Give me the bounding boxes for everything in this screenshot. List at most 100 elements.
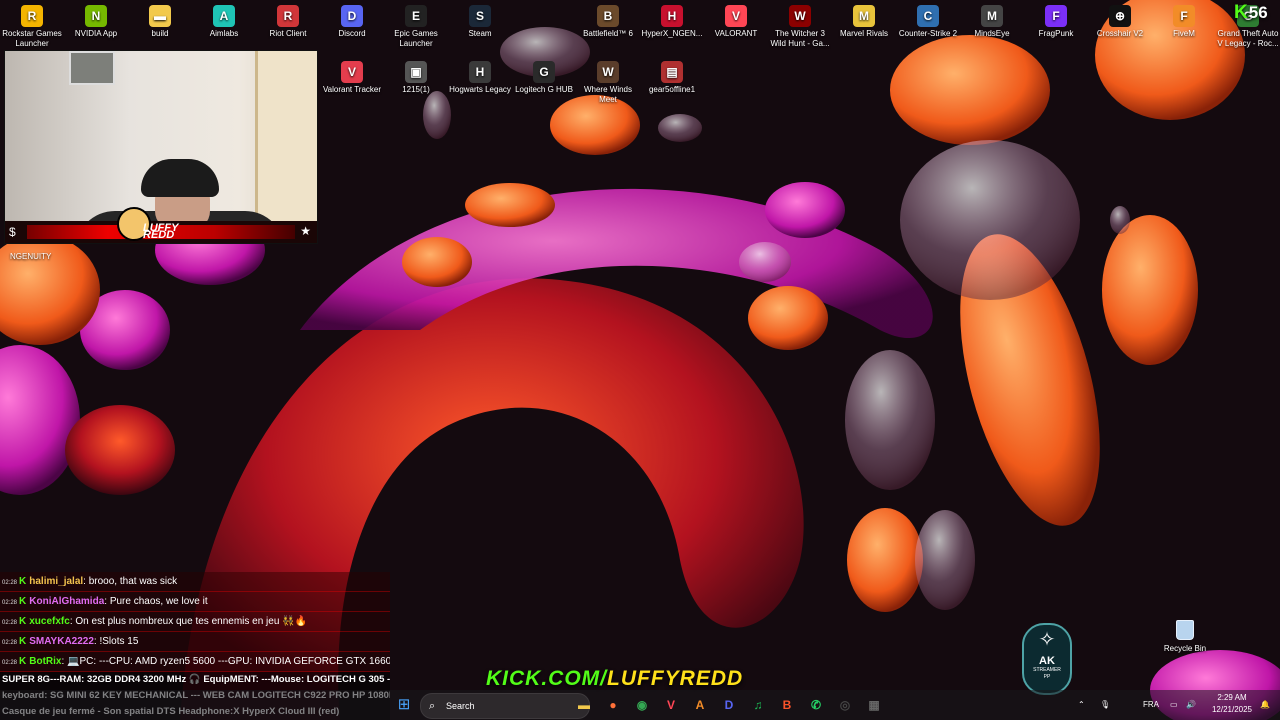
chat-time: 02:28 <box>2 660 18 666</box>
desktop-icon[interactable]: R Rockstar Games Launcher <box>0 5 64 49</box>
hyperx-icon: H <box>661 5 683 27</box>
desktop-icon[interactable]: F FiveM <box>1152 5 1216 39</box>
aimlabs-icon: A <box>213 5 235 27</box>
desktop-icon-label: Steam <box>468 29 492 38</box>
hogwarts-icon: H <box>469 61 491 83</box>
desktop-icon-label: Battlefield™ 6 <box>583 29 633 38</box>
desktop-icon-label: Riot Client <box>269 29 307 38</box>
desktop-icon[interactable]: A Aimlabs <box>192 5 256 39</box>
rockstar-icon: R <box>21 5 43 27</box>
riot-icon: R <box>277 5 299 27</box>
desktop-icon[interactable]: G Logitech G HUB <box>512 61 576 95</box>
chat-username: halimi_jalal <box>29 576 84 587</box>
firefox-icon[interactable]: ● <box>602 694 624 716</box>
counter-strike-icon: C <box>917 5 939 27</box>
desktop-icon[interactable]: H HyperX_NGEN... <box>640 5 704 39</box>
desktop-icon[interactable]: C Counter-Strike 2 <box>896 5 960 39</box>
chat-time: 02:28 <box>2 580 18 586</box>
desktop-icon[interactable]: ▣ 1215(1) <box>384 61 448 95</box>
desktop-icon-label: Hogwarts Legacy <box>449 85 511 94</box>
volume-icon[interactable]: 🔊 <box>1186 690 1196 720</box>
desktop-icon[interactable]: S Steam <box>448 5 512 39</box>
webcam-name-bar: $ LUFFY REDD ★ <box>5 207 317 243</box>
kick-badge-icon: K <box>19 616 27 627</box>
desktop-icon[interactable]: M Marvel Rivals <box>832 5 896 39</box>
recycle-bin[interactable]: Recycle Bin <box>1156 620 1214 653</box>
desktop-icon-label: Aimlabs <box>209 29 239 38</box>
viewer-count: 56 <box>1248 3 1268 22</box>
kick-badge-icon: K <box>19 636 27 647</box>
desktop-icon[interactable]: N NVIDIA App <box>64 5 128 39</box>
desktop-icon[interactable]: E Epic Games Launcher <box>384 5 448 49</box>
desktop-icon[interactable]: V VALORANT <box>704 5 768 39</box>
crosshair-icon: ⊕ <box>1109 5 1131 27</box>
desktop-icon-label: Counter-Strike 2 <box>898 29 958 38</box>
epic-icon: E <box>405 5 427 27</box>
whatsapp-icon[interactable]: ✆ <box>805 694 827 716</box>
webcam-brand: LUFFY REDD <box>143 223 178 241</box>
desktop-icon[interactable]: ▤ gear5offline1 <box>640 61 704 95</box>
aimlabs-taskbar-icon[interactable]: A <box>689 694 711 716</box>
chat-message: 02:28 K BotRix: 💻PC: ---CPU: AMD ryzen5 56… <box>0 652 390 672</box>
microphone-icon[interactable]: 🎙 <box>1100 690 1110 720</box>
obs-icon[interactable]: ◎ <box>834 694 856 716</box>
badge-title: AK <box>1039 655 1055 667</box>
chat-message: 02:28 K KoniAlGhamida: Pure chaos, we love… <box>0 592 390 612</box>
chat-username: KoniAlGhamida <box>29 596 105 607</box>
fragpunk-icon: F <box>1045 5 1067 27</box>
webcam-door <box>255 51 317 221</box>
gear5-icon: ▤ <box>661 61 683 83</box>
recycle-bin-label: Recycle Bin <box>1163 644 1207 653</box>
brave-icon[interactable]: B <box>776 694 798 716</box>
folder-icon: ▬ <box>149 5 171 27</box>
desktop-icon[interactable]: D Discord <box>320 5 384 39</box>
chrome-icon[interactable]: ◉ <box>631 694 653 716</box>
kick-url-banner: KICK.COM/LUFFYREDD <box>486 667 743 691</box>
desktop-icon[interactable]: W The Witcher 3 Wild Hunt - Ga... <box>768 5 832 49</box>
desktop-icon-label: MindsEye <box>974 29 1010 38</box>
chat-time: 02:28 <box>2 640 18 646</box>
desktop-icon[interactable]: H Hogwarts Legacy <box>448 61 512 95</box>
spotify-icon[interactable]: ♫ <box>747 694 769 716</box>
desktop-icon[interactable]: ⊕ Crosshair V2 <box>1088 5 1152 39</box>
desktop-icon[interactable]: W Where Winds Meet <box>576 61 640 105</box>
image-file-icon: ▣ <box>405 61 427 83</box>
desktop-icon-ngenuity[interactable]: NGENUITY <box>10 252 51 261</box>
clock-time: 2:29 AM <box>1217 693 1247 702</box>
chevron-up-icon[interactable]: ⌃ <box>1078 690 1085 720</box>
valorant-taskbar-icon[interactable]: V <box>660 694 682 716</box>
desktop-icon[interactable]: M MindsEye <box>960 5 1024 39</box>
chat-time: 02:28 <box>2 620 18 626</box>
desktop-icon-label: gear5offline1 <box>648 85 696 94</box>
fivem-icon: F <box>1173 5 1195 27</box>
discord-taskbar-icon[interactable]: D <box>718 694 740 716</box>
file-explorer-icon[interactable]: ▬ <box>573 694 595 716</box>
desktop-icon[interactable]: ▬ build <box>128 5 192 39</box>
taskbar-clock[interactable]: 2:29 AM 12/21/2025 <box>1208 692 1256 716</box>
badge-sub2: PP <box>1043 674 1051 680</box>
chat-text: : Pure chaos, we love it <box>104 596 208 607</box>
chat-message: 02:28 Khalimi_jalal: brooo, that was sick <box>0 572 390 592</box>
desktop-icon[interactable]: B Battlefield™ 6 <box>576 5 640 39</box>
notification-icon[interactable]: 🔔 <box>1260 690 1270 720</box>
taskbar-search[interactable]: ⌕ Search <box>420 693 590 719</box>
kick-badge-icon: K <box>19 656 27 667</box>
kick-url-part2: LUFFYREDD <box>607 667 744 690</box>
desktop-icon[interactable]: F FragPunk <box>1024 5 1088 39</box>
chat-text: : On est plus nombreux que tes ennemis e… <box>69 616 308 627</box>
network-icon[interactable]: ▭ <box>1170 690 1178 720</box>
battlefield-icon: B <box>597 5 619 27</box>
desktop-icon-label: Marvel Rivals <box>839 29 888 38</box>
start-button[interactable]: ⊞ <box>395 696 413 714</box>
grid-app-icon[interactable]: ▦ <box>863 694 885 716</box>
witcher-icon: W <box>789 5 811 27</box>
language-indicator[interactable]: FRA <box>1143 690 1159 720</box>
valorant-icon: V <box>725 5 747 27</box>
desktop-icon[interactable]: R Riot Client <box>256 5 320 39</box>
desktop-icon-label: Logitech G HUB <box>515 85 573 94</box>
desktop-icon[interactable]: V Valorant Tracker <box>320 61 384 95</box>
desktop-icon-label: FragPunk <box>1038 29 1074 38</box>
desktop-icon-label: FiveM <box>1173 29 1195 38</box>
dollar-icon: $ <box>9 225 16 239</box>
brand-line2: REDD <box>143 229 175 241</box>
